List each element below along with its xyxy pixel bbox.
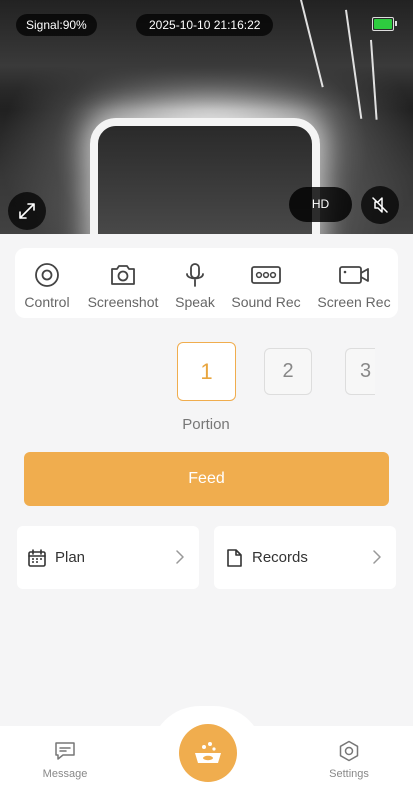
fullscreen-button[interactable] <box>8 192 46 230</box>
speaker-muted-icon <box>372 197 388 213</box>
camera-icon <box>111 265 135 285</box>
message-icon <box>55 742 75 760</box>
tool-control[interactable]: Control <box>21 262 73 310</box>
tool-screenshot[interactable]: Screenshot <box>87 262 159 310</box>
tool-speak[interactable]: Speak <box>173 262 217 310</box>
video-feeding-tray <box>90 118 320 234</box>
document-icon <box>227 548 242 567</box>
plan-label: Plan <box>55 549 86 566</box>
nav-message-label: Message <box>42 768 88 780</box>
feed-button[interactable]: Feed <box>24 452 389 506</box>
control-icon <box>35 263 59 287</box>
battery-indicator <box>372 17 397 31</box>
tool-label: Sound Rec <box>231 294 301 310</box>
portion-option-2[interactable]: 2 <box>264 348 312 395</box>
tool-label: Screen Rec <box>317 294 391 310</box>
settings-hexagon-icon <box>339 740 359 762</box>
camera-live-view[interactable]: Signal:90% 2025-10-10 21:16:22 HD <box>0 0 413 234</box>
plan-card[interactable]: Plan <box>17 526 199 589</box>
tool-screen-rec[interactable]: Screen Rec <box>316 262 392 310</box>
battery-fill <box>374 19 392 29</box>
feed-home-button[interactable] <box>179 724 237 782</box>
nav-settings[interactable]: Settings <box>322 740 376 780</box>
video-camera-icon <box>339 266 369 284</box>
calendar-icon <box>28 548 46 567</box>
nav-settings-label: Settings <box>329 768 369 780</box>
tool-label: Control <box>24 294 70 310</box>
portion-option-1[interactable]: 1 <box>177 342 236 401</box>
microphone-icon <box>186 263 204 287</box>
hd-quality-button[interactable]: HD <box>289 187 352 222</box>
chevron-right-icon <box>176 550 184 564</box>
chevron-right-icon <box>373 550 381 564</box>
expand-icon <box>19 203 35 219</box>
pet-bowl-icon <box>195 742 221 763</box>
records-label: Records <box>252 549 308 566</box>
tool-bar: Control Screenshot Speak Sound Rec Scree… <box>15 248 398 318</box>
nav-message[interactable]: Message <box>38 740 92 780</box>
tool-label: Screenshot <box>87 294 159 310</box>
records-card[interactable]: Records <box>214 526 396 589</box>
portion-option-3[interactable]: 3 <box>345 348 375 395</box>
sound-record-icon <box>251 266 281 284</box>
portion-label: Portion <box>182 416 230 433</box>
video-timestamp: 2025-10-10 21:16:22 <box>136 14 274 36</box>
tool-sound-rec[interactable]: Sound Rec <box>229 262 303 310</box>
signal-indicator: Signal:90% <box>16 14 97 36</box>
mute-button[interactable] <box>361 186 399 224</box>
tool-label: Speak <box>175 294 215 310</box>
